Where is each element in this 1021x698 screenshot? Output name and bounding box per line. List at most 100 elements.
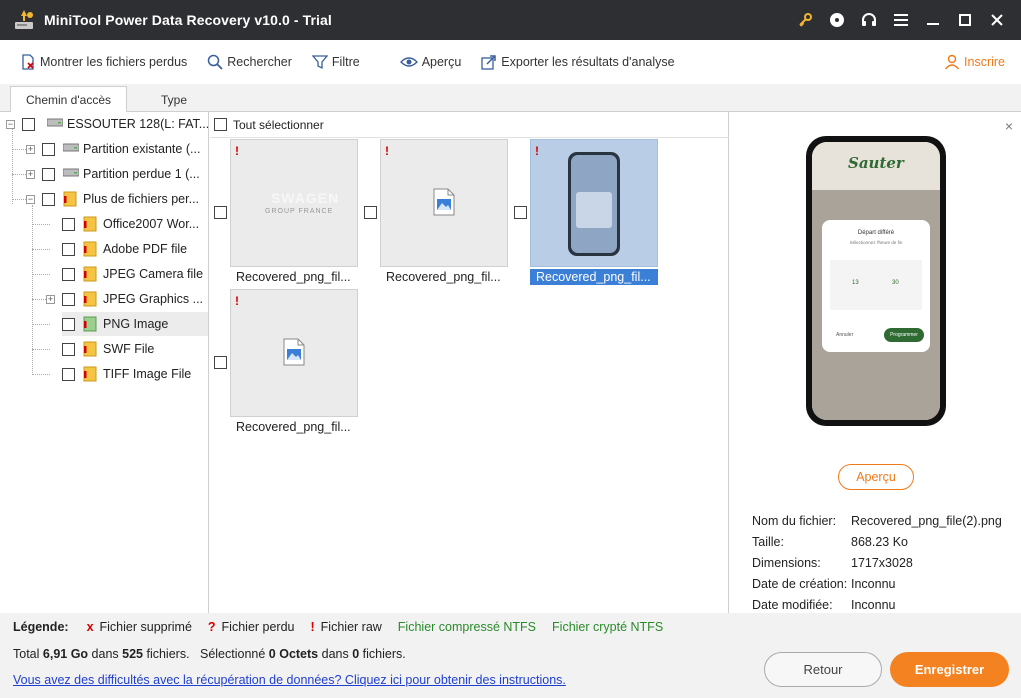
tree-collapse-toggle[interactable]: −	[26, 195, 35, 204]
save-button[interactable]: Enregistrer	[890, 652, 1009, 687]
close-icon[interactable]	[981, 0, 1013, 40]
toolbar: Montrer les fichiers perdus Rechercher F…	[0, 40, 1021, 84]
file-thumbnail[interactable]: ! SWAGEN GROUP FRANCE	[230, 139, 358, 267]
tree-item-office2007[interactable]: Office2007 Wor...	[62, 212, 208, 236]
tree-checkbox[interactable]	[62, 317, 75, 331]
image-file-icon	[433, 188, 455, 216]
select-all-checkbox[interactable]	[214, 118, 227, 131]
summary-selected-count: 0	[352, 647, 360, 661]
preview-toolbar-button[interactable]: Aperçu	[394, 47, 468, 77]
file-grid-panel: Tout sélectionner ! SWAGEN GROUP FRANCE …	[210, 112, 729, 613]
phone-hour: 13	[852, 280, 859, 286]
tree-item-lost-partition[interactable]: Partition perdue 1 (...	[42, 162, 208, 186]
tree-item-more-lost-files[interactable]: Plus de fichiers per...	[42, 187, 208, 211]
help-link[interactable]: Vous avez des difficultés avec la récupé…	[13, 673, 566, 687]
tree-item-jpeg-graphics[interactable]: JPEG Graphics ...	[62, 287, 208, 311]
file-checkbox[interactable]	[214, 206, 227, 219]
tree-item-png-image[interactable]: PNG Image	[62, 312, 208, 336]
file-tile[interactable]: ! Recovered_png_fil...	[362, 139, 512, 289]
file-thumbnail[interactable]: !	[530, 139, 658, 267]
tab-type[interactable]: Type	[134, 86, 214, 113]
file-thumbnail[interactable]: !	[230, 289, 358, 417]
headset-icon[interactable]	[853, 0, 885, 40]
tree-item-adobe-pdf[interactable]: Adobe PDF file	[62, 237, 208, 261]
menu-icon[interactable]	[885, 0, 917, 40]
tree-checkbox[interactable]	[42, 167, 55, 181]
tree-expand-toggle[interactable]: +	[46, 295, 55, 304]
filter-label: Filtre	[331, 55, 360, 69]
tree-collapse-toggle[interactable]: −	[6, 120, 15, 129]
tree-item-label: Partition perdue 1 (...	[83, 167, 200, 181]
file-tile[interactable]: ! SWAGEN GROUP FRANCE Recovered_png_fil.…	[212, 139, 362, 289]
signup-button[interactable]: Inscrire	[944, 47, 1005, 77]
select-all-label[interactable]: Tout sélectionner	[233, 118, 324, 132]
drive-icon	[46, 116, 64, 132]
minimize-icon[interactable]	[917, 0, 949, 40]
file-name: Recovered_png_fil...	[236, 270, 351, 284]
tab-path[interactable]: Chemin d'accès	[10, 86, 127, 113]
disc-icon[interactable]	[821, 0, 853, 40]
back-button[interactable]: Retour	[764, 652, 882, 687]
tree-checkbox[interactable]	[42, 192, 55, 206]
tree-item-label: JPEG Camera file	[103, 267, 204, 281]
tree-item-label: SWF File	[103, 342, 155, 356]
tree-checkbox[interactable]	[62, 217, 75, 231]
file-checkbox[interactable]	[364, 206, 377, 219]
file-tile[interactable]: ! Recovered_png_fil...	[212, 289, 362, 439]
filter-button[interactable]: Filtre	[306, 47, 366, 77]
show-lost-files-button[interactable]: Montrer les fichiers perdus	[14, 47, 193, 77]
phone-screen: Sauter Départ différé Sélectionnez l'heu…	[812, 142, 940, 420]
tree-item-drive[interactable]: ESSOUTER 128(L: FAT...	[22, 112, 208, 136]
file-checkbox[interactable]	[514, 206, 527, 219]
bottom-bar: Total 6,91 Go dans 525 fichiers. Sélecti…	[0, 641, 1021, 698]
file-tile-selected[interactable]: ! Recovered_png_fil...	[512, 139, 662, 289]
info-label: Nom du fichier:	[752, 513, 837, 528]
file-name: Recovered_png_fil...	[386, 270, 501, 284]
preview-panel: × Sauter Départ différé Sélectionnez l'h…	[730, 112, 1021, 613]
file-thumbnail[interactable]: !	[380, 139, 508, 267]
tree-checkbox[interactable]	[62, 242, 75, 256]
tree-item-swf[interactable]: SWF File	[62, 337, 208, 361]
user-icon	[944, 54, 960, 70]
preview-button[interactable]: Aperçu	[838, 464, 914, 490]
tree-checkbox[interactable]	[62, 267, 75, 281]
file-x-icon	[22, 54, 34, 70]
tree-item-jpeg-camera[interactable]: JPEG Camera file	[62, 262, 208, 286]
tree-item-existing-partition[interactable]: Partition existante (...	[42, 137, 208, 161]
tree-checkbox[interactable]	[62, 292, 75, 306]
phone-brand-text: Sauter	[848, 154, 904, 172]
tree-checkbox[interactable]	[42, 142, 55, 156]
raw-folder-icon	[83, 341, 97, 357]
info-row-created: Date de création: Inconnu	[752, 573, 1017, 594]
info-row-dimensions: Dimensions: 1717x3028	[752, 552, 1017, 573]
tree-checkbox[interactable]	[62, 367, 75, 381]
summary-prefix: Total	[13, 647, 40, 661]
key-icon[interactable]	[789, 0, 821, 40]
tab-type-label: Type	[160, 92, 187, 107]
tree-item-label: PNG Image	[103, 317, 169, 331]
maximize-icon[interactable]	[949, 0, 981, 40]
title-bar: MiniTool Power Data Recovery v10.0 - Tri…	[0, 0, 1021, 40]
info-value: 868.23 Ko	[851, 534, 908, 549]
scan-summary: Total 6,91 Go dans 525 fichiers. Sélecti…	[13, 647, 406, 661]
raw-folder-icon	[83, 266, 97, 282]
close-preview-icon[interactable]: ×	[1005, 118, 1013, 134]
window-title: MiniTool Power Data Recovery v10.0 - Tri…	[44, 12, 332, 28]
search-button[interactable]: Rechercher	[201, 47, 298, 77]
file-checkbox[interactable]	[214, 356, 227, 369]
legend-deleted-label: Fichier supprimé	[99, 620, 192, 634]
tree-item-label: JPEG Graphics ...	[103, 292, 204, 306]
tree-item-tiff[interactable]: TIFF Image File	[62, 362, 208, 386]
export-label: Exporter les résultats d'analyse	[501, 55, 675, 69]
tree-expand-toggle[interactable]: +	[26, 170, 35, 179]
info-value: Inconnu	[851, 597, 896, 612]
raw-folder-icon	[83, 366, 97, 382]
tree-checkbox[interactable]	[22, 117, 35, 131]
raw-folder-icon	[83, 291, 97, 307]
legend-bar: Légende: x Fichier supprimé ? Fichier pe…	[0, 613, 1021, 641]
info-row-filename: Nom du fichier: Recovered_png_file(2).pn…	[752, 510, 1017, 531]
export-button[interactable]: Exporter les résultats d'analyse	[475, 47, 680, 77]
tree-expand-toggle[interactable]: +	[26, 145, 35, 154]
tree-checkbox[interactable]	[62, 342, 75, 356]
raw-folder-icon	[63, 191, 77, 207]
